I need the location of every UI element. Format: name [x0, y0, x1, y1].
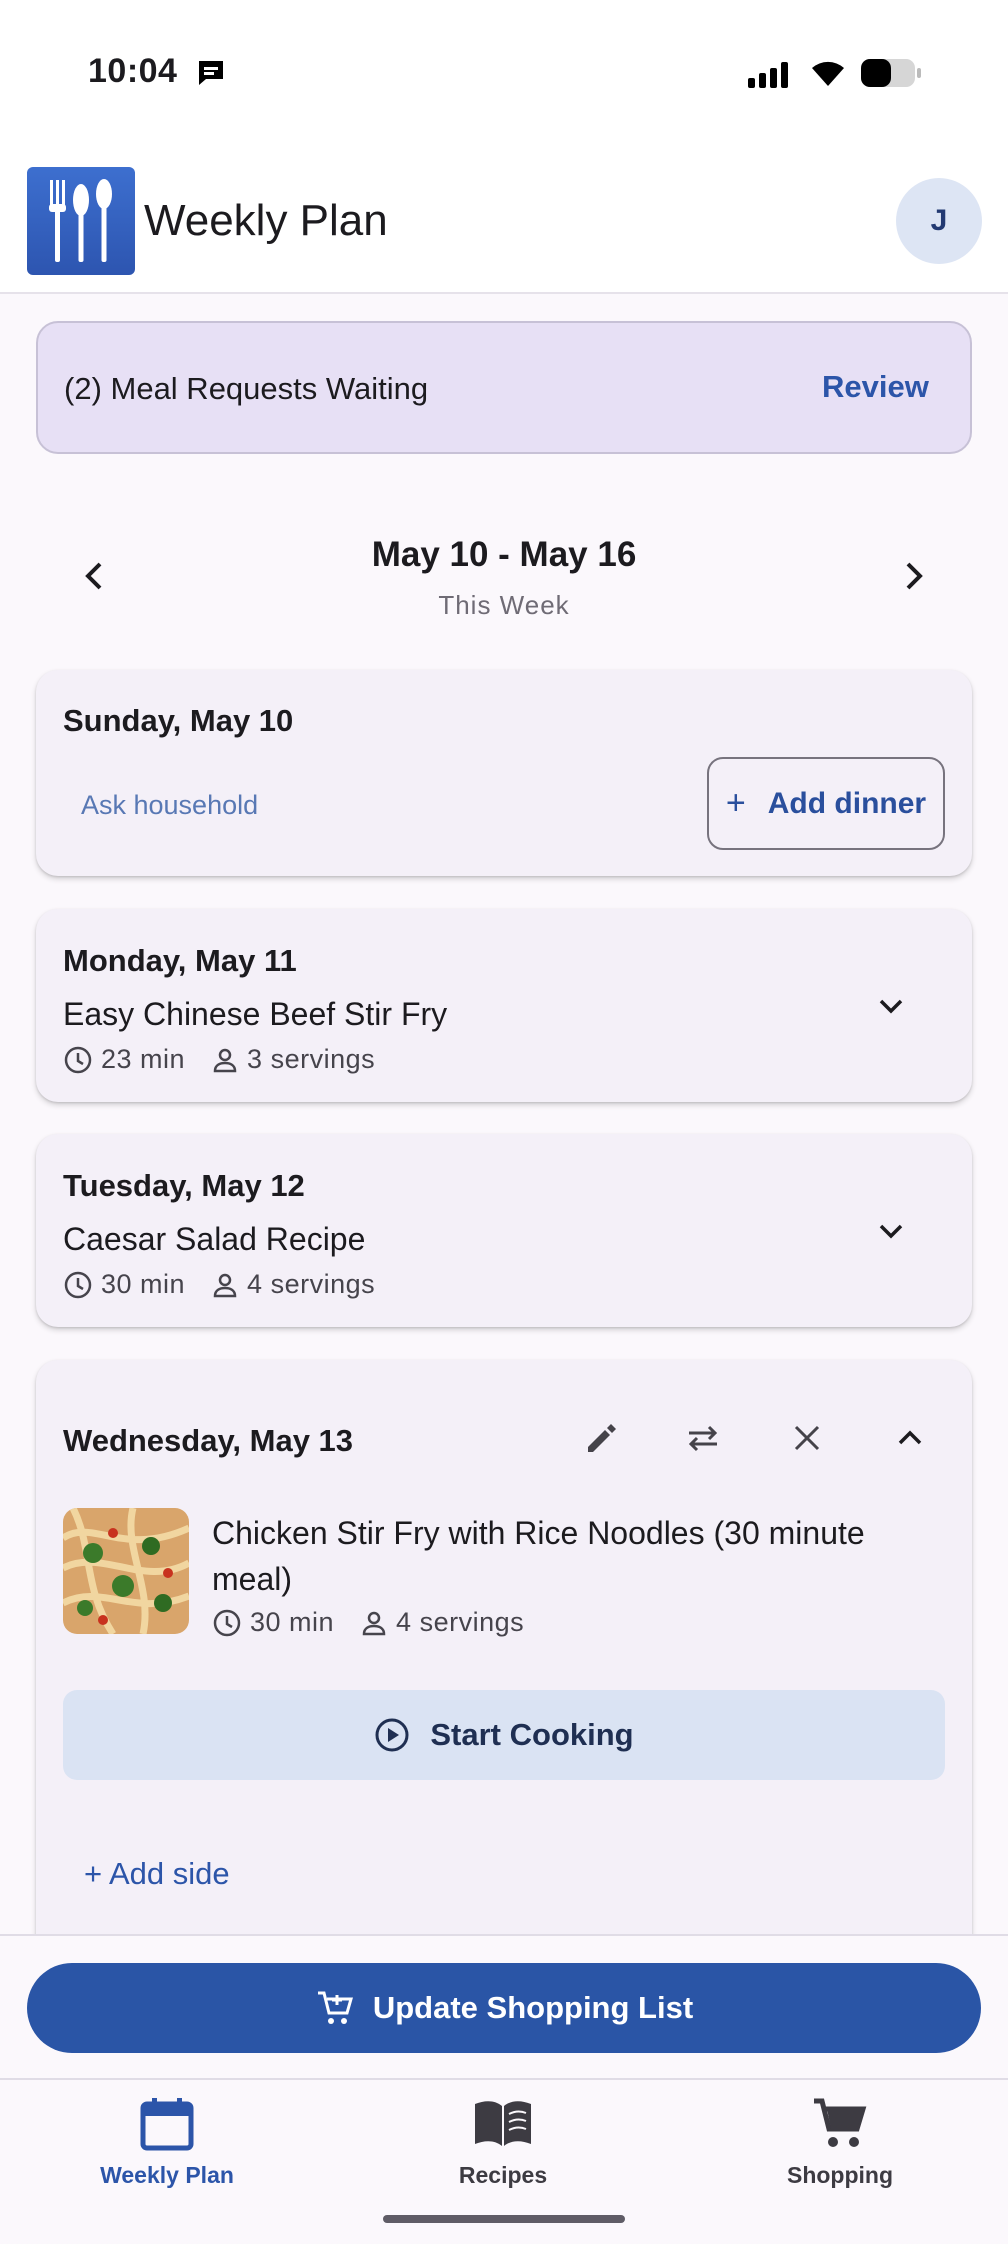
- wifi-icon: [808, 56, 848, 93]
- meal-meta: 30 min 4 servings: [63, 1269, 375, 1300]
- day-title: Monday, May 11: [63, 943, 297, 978]
- battery-icon: [860, 58, 922, 93]
- meal-name: Easy Chinese Beef Stir Fry: [63, 996, 448, 1032]
- meal-servings: 4 servings: [247, 1269, 376, 1299]
- tab-label: Recipes: [458, 2162, 548, 2188]
- day-title: Wednesday, May 13: [63, 1423, 354, 1458]
- week-label: This Week: [438, 590, 570, 620]
- meal-meta: 23 min 3 servings: [63, 1044, 375, 1075]
- utensils-icon: [49, 179, 112, 262]
- add-dinner-button[interactable]: + Add dinner: [707, 757, 945, 850]
- message-icon: [196, 58, 226, 93]
- chevron-down-icon[interactable]: [871, 986, 911, 1026]
- app-logo: [27, 167, 135, 275]
- update-shopping-list-label: Update Shopping List: [372, 1990, 694, 2025]
- close-icon[interactable]: [781, 1412, 833, 1464]
- chevron-right-icon[interactable]: [898, 556, 930, 596]
- day-title: Tuesday, May 12: [63, 1168, 305, 1203]
- meal-name: Caesar Salad Recipe: [63, 1221, 366, 1257]
- person-icon: [362, 1611, 386, 1635]
- signal-icon: [748, 60, 798, 93]
- clock-icon: [213, 1609, 241, 1636]
- start-cooking-label: Start Cooking: [430, 1717, 634, 1752]
- home-indicator: [383, 2215, 625, 2223]
- start-cooking-button[interactable]: Start Cooking: [63, 1690, 945, 1780]
- ask-household-link[interactable]: Ask household: [81, 790, 258, 821]
- clock-icon: [64, 1271, 92, 1298]
- tab-weekly-plan[interactable]: Weekly Plan: [57, 2096, 277, 2189]
- day-title: Sunday, May 10: [63, 703, 294, 738]
- add-side-button[interactable]: + Add side: [84, 1856, 230, 1892]
- meal-meta: 30 min 4 servings: [212, 1607, 524, 1638]
- page-title: Weekly Plan: [144, 196, 388, 245]
- recipe-thumbnail[interactable]: [63, 1508, 189, 1634]
- tab-shopping[interactable]: Shopping: [730, 2096, 950, 2189]
- week-range: May 10 - May 16: [371, 535, 637, 574]
- cart-plus-icon: [317, 1991, 353, 2024]
- meal-time: 30 min: [101, 1269, 186, 1299]
- status-time: 10:04: [88, 52, 178, 90]
- meal-requests-text: (2) Meal Requests Waiting: [64, 371, 429, 406]
- avatar[interactable]: J: [896, 178, 982, 264]
- book-icon: [475, 2101, 531, 2146]
- chevron-up-icon[interactable]: [884, 1412, 936, 1464]
- add-dinner-label: Add dinner: [767, 786, 927, 820]
- meal-time: 23 min: [101, 1044, 186, 1074]
- chevron-down-icon[interactable]: [871, 1211, 911, 1251]
- clock-icon: [64, 1046, 92, 1073]
- calendar-icon: [140, 2098, 194, 2151]
- cart-icon: [814, 2098, 867, 2147]
- swap-icon[interactable]: [677, 1412, 729, 1464]
- meal-servings: 3 servings: [247, 1044, 376, 1074]
- meal-name: Chicken Stir Fry with Rice Noodles (30 m…: [212, 1515, 865, 1597]
- tab-recipes[interactable]: Recipes: [393, 2096, 613, 2189]
- play-circle-icon: [375, 1718, 409, 1752]
- plus-icon: +: [725, 784, 746, 822]
- tab-label: Shopping: [786, 2162, 894, 2188]
- tab-label: Weekly Plan: [100, 2162, 234, 2188]
- meal-servings: 4 servings: [396, 1607, 525, 1637]
- edit-icon[interactable]: [575, 1412, 627, 1464]
- review-button[interactable]: Review: [822, 369, 929, 405]
- person-icon: [213, 1273, 237, 1297]
- meal-time: 30 min: [250, 1607, 335, 1637]
- person-icon: [213, 1048, 237, 1072]
- update-shopping-list-button[interactable]: Update Shopping List: [27, 1963, 981, 2053]
